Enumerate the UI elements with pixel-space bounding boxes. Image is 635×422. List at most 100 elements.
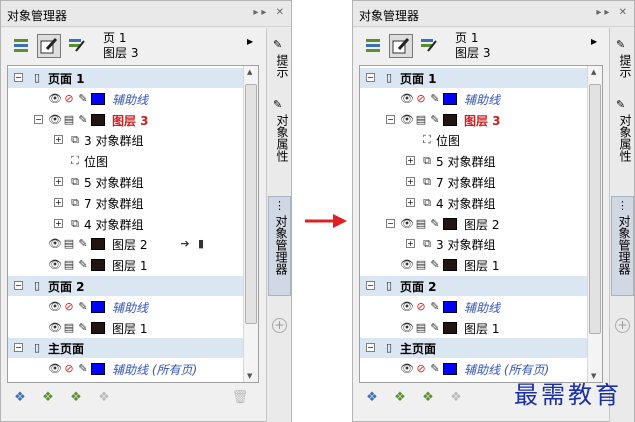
expand-toggle[interactable]: + — [406, 156, 415, 166]
no-print-icon[interactable]: ⊘ — [62, 362, 76, 376]
expand-arrow-icon[interactable]: ▶ — [591, 37, 597, 46]
visibility-eye-icon[interactable]: 👁 — [48, 321, 62, 335]
tab-hints[interactable]: ✎ 提示 — [611, 36, 634, 84]
no-print-icon[interactable]: ⊘ — [62, 92, 76, 106]
scrollbar-thumb[interactable] — [245, 84, 257, 324]
visibility-eye-icon[interactable]: 👁 — [400, 217, 414, 231]
vertical-scrollbar[interactable]: ▲ ▼ — [587, 66, 602, 382]
layer-color-swatch[interactable] — [91, 363, 105, 376]
layer-color-swatch[interactable] — [443, 217, 457, 230]
pencil-icon[interactable]: ✎ — [428, 362, 442, 376]
no-print-icon[interactable]: ⊘ — [62, 300, 76, 314]
scroll-down-icon[interactable]: ▼ — [247, 372, 252, 380]
pencil-icon[interactable]: ✎ — [428, 92, 442, 106]
layer-color-swatch[interactable] — [91, 92, 105, 105]
show-properties-button[interactable] — [9, 34, 33, 58]
tree-row[interactable]: + ⧉ 4 对象群组 — [360, 193, 596, 213]
visibility-eye-icon[interactable]: 👁 — [400, 300, 414, 314]
layer-color-swatch[interactable] — [443, 259, 457, 272]
expand-toggle[interactable]: + — [54, 177, 63, 186]
new-master-layer-icon[interactable]: ❖ — [391, 389, 409, 407]
tree-row[interactable]: 👁 ▤ ✎ 图层 1 — [8, 318, 244, 338]
layer-color-swatch[interactable] — [443, 321, 457, 334]
vertical-scrollbar[interactable]: ▲ ▼ — [243, 66, 258, 382]
pencil-icon[interactable]: ✎ — [76, 300, 90, 314]
layer-color-swatch[interactable] — [91, 238, 105, 251]
visibility-eye-icon[interactable]: 👁 — [48, 258, 62, 272]
pencil-icon[interactable]: ✎ — [76, 258, 90, 272]
new-master-layer-all-icon[interactable]: ❖ — [67, 389, 85, 407]
pencil-icon[interactable]: ✎ — [76, 92, 90, 106]
expand-toggle[interactable]: + — [54, 135, 63, 145]
tree-row[interactable]: + ⧉ 3 对象群组 — [360, 234, 596, 254]
tree-row[interactable]: + ⧉ 5 对象群组 — [8, 172, 244, 192]
collapse-toggle[interactable]: − — [386, 218, 395, 228]
show-properties-button[interactable] — [361, 34, 385, 58]
page-row[interactable]: − ▯ 页面 1 — [360, 68, 596, 88]
scroll-up-icon[interactable]: ▲ — [591, 68, 596, 76]
expand-toggle[interactable]: + — [406, 197, 415, 207]
new-layer-icon[interactable]: ❖ — [11, 389, 29, 407]
page-row[interactable]: − ▯ 页面 2 — [360, 276, 596, 296]
pencil-icon[interactable]: ✎ — [76, 362, 90, 376]
layer-color-swatch[interactable] — [91, 321, 105, 334]
page-row[interactable]: − ▯ 主页面 — [8, 338, 244, 359]
visibility-eye-icon[interactable]: 👁 — [48, 113, 62, 127]
tab-object-manager[interactable]: ⋮ 对象管理器 — [611, 196, 634, 296]
tree-row[interactable]: + ⧉ 5 对象群组 — [360, 151, 596, 171]
collapse-toggle[interactable]: − — [366, 73, 375, 82]
tree-row[interactable]: 👁 ⊘ ✎ 辅助线 — [360, 297, 596, 317]
expand-toggle[interactable]: + — [406, 239, 415, 249]
layer-manager-view-button[interactable] — [417, 34, 441, 58]
collapse-toggle[interactable]: − — [14, 73, 23, 82]
pencil-icon[interactable]: ✎ — [428, 258, 442, 272]
tree-row[interactable]: 👁 ⊘ ✎ 辅助线 — [360, 89, 596, 109]
visibility-eye-icon[interactable]: 👁 — [400, 92, 414, 106]
tree-row[interactable]: − 👁 ▤ ✎ 图层 2 — [360, 214, 596, 234]
move-to-layer-icon[interactable]: ❖ — [447, 389, 465, 407]
scrollbar-thumb[interactable] — [589, 84, 601, 334]
printer-icon[interactable]: ▤ — [414, 258, 428, 272]
collapse-toggle[interactable]: − — [34, 114, 43, 124]
tree-row[interactable]: 👁 ⊘ ✎ 辅助线 — [8, 89, 244, 109]
edit-across-layers-button[interactable] — [389, 34, 413, 58]
pencil-icon[interactable]: ✎ — [428, 321, 442, 335]
page-row[interactable]: − ▯ 页面 1 — [8, 68, 244, 88]
tree-row[interactable]: ⛶ 位图 — [8, 151, 244, 171]
tree-row[interactable]: 👁 ▤ ✎ 图层 1 — [360, 318, 596, 338]
visibility-eye-icon[interactable]: 👁 — [400, 362, 414, 376]
panel-controls[interactable]: ▸▸ ✕ — [253, 7, 287, 18]
layer-color-swatch[interactable] — [443, 300, 457, 313]
visibility-eye-icon[interactable]: 👁 — [400, 321, 414, 335]
tab-hints[interactable]: ✎ 提示 — [268, 36, 291, 84]
add-tab-button[interactable]: + — [272, 318, 287, 333]
tree-row[interactable]: 👁 ▤ ✎ 图层 1 — [360, 255, 596, 275]
no-print-icon[interactable]: ⊘ — [414, 92, 428, 106]
layer-color-swatch[interactable] — [91, 300, 105, 313]
collapse-toggle[interactable]: − — [366, 343, 375, 353]
visibility-eye-icon[interactable]: 👁 — [48, 300, 62, 314]
visibility-eye-icon[interactable]: 👁 — [48, 92, 62, 106]
delete-icon[interactable]: 🗑 — [231, 389, 249, 407]
scroll-up-icon[interactable]: ▲ — [247, 68, 252, 76]
tree-row[interactable]: + ⧉ 4 对象群组 — [8, 214, 244, 234]
visibility-eye-icon[interactable]: 👁 — [48, 362, 62, 376]
pencil-icon[interactable]: ✎ — [76, 113, 90, 127]
tree-row[interactable]: − 👁 ▤ ✎ 图层 3 — [360, 110, 596, 130]
layer-manager-view-button[interactable] — [65, 34, 89, 58]
pencil-icon[interactable]: ✎ — [76, 321, 90, 335]
no-print-icon[interactable]: ⊘ — [414, 362, 428, 376]
page-row[interactable]: − ▯ 主页面 — [360, 338, 596, 359]
printer-icon[interactable]: ▤ — [62, 237, 76, 251]
tab-object-properties[interactable]: ✎ 对象属性 — [268, 96, 291, 192]
add-tab-button[interactable]: + — [615, 318, 630, 333]
visibility-eye-icon[interactable]: 👁 — [400, 258, 414, 272]
layer-color-swatch[interactable] — [443, 363, 457, 376]
edit-across-layers-button[interactable] — [37, 34, 61, 58]
tab-object-properties[interactable]: ✎ 对象属性 — [611, 96, 634, 192]
panel-controls[interactable]: ▸▸ ✕ — [596, 7, 630, 18]
no-print-icon[interactable]: ⊘ — [414, 300, 428, 314]
collapse-toggle[interactable]: − — [386, 114, 395, 124]
tree-row[interactable]: 👁 ▤ ✎ 图层 1 — [8, 255, 244, 275]
tree-row[interactable]: 👁 ⊘ ✎ 辅助线 (所有页) — [8, 359, 244, 379]
